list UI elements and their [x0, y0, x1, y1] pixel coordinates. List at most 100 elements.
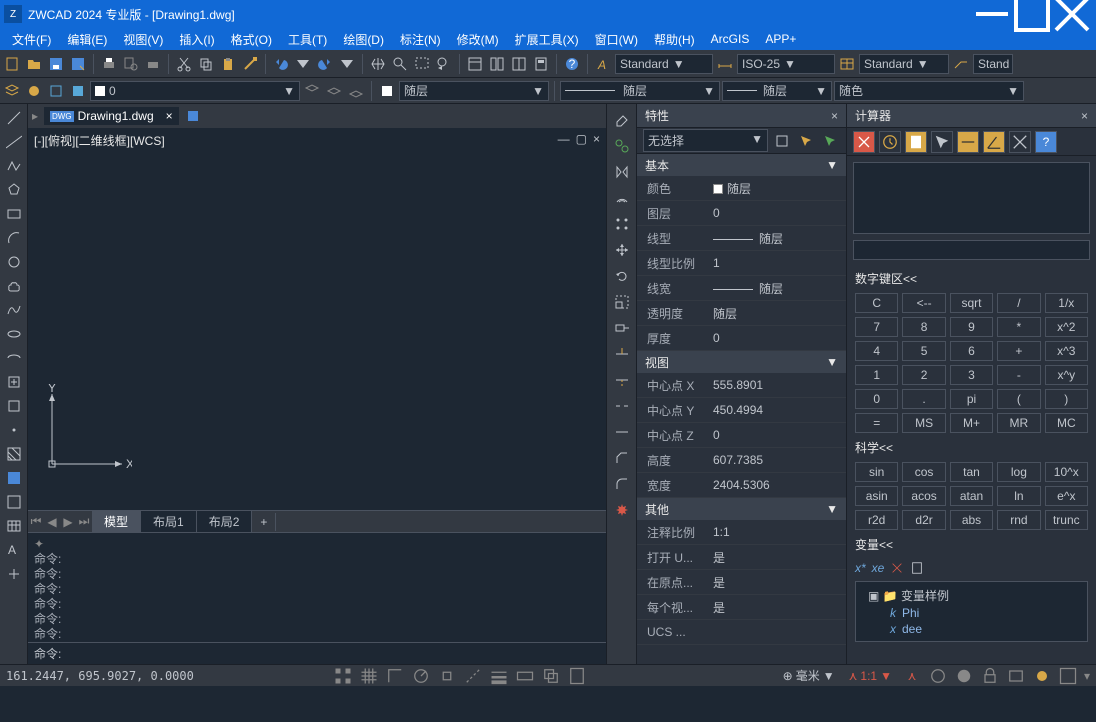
calc-section-numpad[interactable]: 数字键区<<	[847, 268, 1096, 289]
erase-icon[interactable]	[611, 110, 633, 130]
ellipse-arc-icon[interactable]	[3, 348, 25, 368]
annoscale-display[interactable]: ⋏ 1:1 ▼	[845, 669, 896, 683]
calc-key-1[interactable]: 1	[855, 365, 898, 385]
tab-model[interactable]: 模型	[92, 511, 141, 532]
calc-section-vars[interactable]: 变量<<	[847, 534, 1096, 555]
mleader-style-select[interactable]: Stand	[973, 54, 1013, 74]
select-objects-icon[interactable]	[796, 131, 816, 151]
property-row[interactable]: 图层0	[637, 201, 846, 226]
calc-key-8[interactable]: 8	[902, 317, 945, 337]
calc-key-asin[interactable]: asin	[855, 486, 898, 506]
menu-file[interactable]: 文件(F)	[4, 29, 59, 50]
calc-key-MS[interactable]: MS	[902, 413, 945, 433]
calc-key-atan[interactable]: atan	[950, 486, 993, 506]
property-row[interactable]: UCS ...	[637, 620, 846, 645]
calc-key-acos[interactable]: acos	[902, 486, 945, 506]
menu-appplus[interactable]: APP+	[757, 30, 804, 48]
calculator-close-icon[interactable]: ×	[1081, 109, 1088, 123]
drawing-viewport[interactable]: [-][俯视][二维线框][WCS] — ▢ × X Y	[28, 128, 606, 510]
layer-off-icon[interactable]	[302, 81, 322, 101]
clean-screen-icon[interactable]	[1058, 667, 1078, 685]
zoom-window-icon[interactable]	[412, 54, 432, 74]
property-row[interactable]: 中心点 Y450.4994	[637, 398, 846, 423]
property-row[interactable]: 中心点 X555.8901	[637, 373, 846, 398]
lwt-mode-icon[interactable]	[489, 667, 509, 685]
print-icon[interactable]	[99, 54, 119, 74]
calc-key-x3[interactable]: x^3	[1045, 341, 1088, 361]
calc-key-ln[interactable]: ln	[997, 486, 1040, 506]
extend-icon[interactable]	[611, 370, 633, 390]
statusbar-menu-icon[interactable]: ▾	[1084, 669, 1090, 683]
menu-draw[interactable]: 绘图(D)	[335, 29, 392, 50]
calc-key-[interactable]: <--	[902, 293, 945, 313]
spline-icon[interactable]	[3, 300, 25, 320]
layer-freeze-icon[interactable]	[324, 81, 344, 101]
var-edit-icon[interactable]: xe	[872, 561, 885, 575]
property-value[interactable]: 0	[707, 331, 846, 345]
calc-key-xy[interactable]: x^y	[1045, 365, 1088, 385]
calc-key-MR[interactable]: MR	[997, 413, 1040, 433]
calc-input[interactable]	[853, 240, 1090, 260]
calc-key-[interactable]: (	[997, 389, 1040, 409]
property-row[interactable]: 颜色随层	[637, 176, 846, 201]
layer-isolate-icon[interactable]	[68, 81, 88, 101]
calc-distance-icon[interactable]	[957, 131, 979, 153]
property-value[interactable]: 是	[707, 599, 846, 616]
menu-arcgis[interactable]: ArcGIS	[703, 30, 758, 48]
open-icon[interactable]	[24, 54, 44, 74]
calc-key-4[interactable]: 4	[855, 341, 898, 361]
property-value[interactable]: 0	[707, 206, 846, 220]
pin-icon[interactable]: ▸	[32, 109, 38, 123]
calc-key-cos[interactable]: cos	[902, 462, 945, 482]
region-icon[interactable]	[3, 492, 25, 512]
property-row[interactable]: 宽度2404.5306	[637, 473, 846, 498]
paste-icon[interactable]	[218, 54, 238, 74]
offset-icon[interactable]	[611, 188, 633, 208]
annoscale-add-icon[interactable]	[928, 667, 948, 685]
zoom-previous-icon[interactable]	[434, 54, 454, 74]
layer-previous-icon[interactable]	[46, 81, 66, 101]
calc-key-[interactable]: .	[902, 389, 945, 409]
lock-ui-icon[interactable]	[980, 667, 1000, 685]
layer-manager-icon[interactable]	[2, 81, 22, 101]
minimize-button[interactable]	[972, 0, 1012, 28]
calc-key-log[interactable]: log	[997, 462, 1040, 482]
calc-paste-icon[interactable]	[905, 131, 927, 153]
snap-mode-icon[interactable]	[333, 667, 353, 685]
stretch-icon[interactable]	[611, 318, 633, 338]
addselected-icon[interactable]	[3, 564, 25, 584]
polar-mode-icon[interactable]	[411, 667, 431, 685]
props-section-other[interactable]: 其他▼	[637, 498, 846, 520]
rectangle-icon[interactable]	[3, 204, 25, 224]
workspace-icon[interactable]	[954, 667, 974, 685]
otrack-mode-icon[interactable]	[463, 667, 483, 685]
isolate-objects-icon[interactable]	[1032, 667, 1052, 685]
viewport-label[interactable]: [-][俯视][二维线框][WCS]	[34, 132, 165, 149]
calc-key-tan[interactable]: tan	[950, 462, 993, 482]
calc-key-sqrt[interactable]: sqrt	[950, 293, 993, 313]
chamfer-icon[interactable]	[611, 448, 633, 468]
toggle-pickadd-icon[interactable]	[772, 131, 792, 151]
tab-add[interactable]: +	[252, 513, 276, 531]
layer-states-icon[interactable]	[24, 81, 44, 101]
calculator-icon[interactable]	[531, 54, 551, 74]
maximize-button[interactable]	[1012, 0, 1052, 28]
dyn-mode-icon[interactable]	[515, 667, 535, 685]
selection-dropdown[interactable]: 无选择▼	[643, 129, 768, 152]
pan-icon[interactable]	[368, 54, 388, 74]
menu-modify[interactable]: 修改(M)	[449, 29, 507, 50]
match-props-icon[interactable]	[240, 54, 260, 74]
var-delete-icon[interactable]	[890, 561, 904, 575]
calc-key-C[interactable]: C	[855, 293, 898, 313]
calc-key-[interactable]: =	[855, 413, 898, 433]
property-value[interactable]: 2404.5306	[707, 478, 846, 492]
menu-window[interactable]: 窗口(W)	[587, 29, 646, 50]
help-icon[interactable]: ?	[562, 54, 582, 74]
annoscale-sync-icon[interactable]: ⋏	[902, 667, 922, 685]
calc-angle-icon[interactable]	[983, 131, 1005, 153]
calc-key-MC[interactable]: MC	[1045, 413, 1088, 433]
property-value[interactable]: 607.7385	[707, 453, 846, 467]
properties-icon[interactable]	[465, 54, 485, 74]
make-block-icon[interactable]	[3, 396, 25, 416]
property-value[interactable]: 随层	[707, 280, 846, 297]
